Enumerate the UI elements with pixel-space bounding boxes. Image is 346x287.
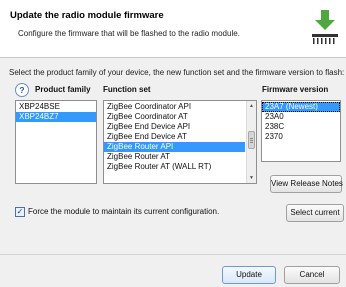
scroll-down-icon[interactable]: ▼ xyxy=(247,173,256,183)
update-button[interactable]: Update xyxy=(222,266,276,284)
instruction-text: Select the product family of your device… xyxy=(9,68,345,77)
footer-divider xyxy=(0,254,346,255)
function-set-label: Function set xyxy=(103,85,151,94)
firmware-version-item[interactable]: 2370 xyxy=(262,132,340,142)
function-set-item[interactable]: ZigBee Coordinator AT xyxy=(104,112,245,122)
firmware-version-label: Firmware version xyxy=(262,85,329,94)
product-family-item[interactable]: XBP24BSE xyxy=(16,102,96,112)
force-config-label: Force the module to maintain its current… xyxy=(28,207,220,216)
product-family-item-selected[interactable]: XBP24BZ7 xyxy=(16,112,96,122)
function-set-item[interactable]: ZigBee Router AT xyxy=(104,152,245,162)
firmware-version-item[interactable]: 23A0 xyxy=(262,112,340,122)
function-set-scrollbar[interactable]: ▲ ▼ xyxy=(246,101,256,183)
view-release-notes-button[interactable]: View Release Notes xyxy=(270,175,343,193)
function-set-item[interactable]: ZigBee Router AT (WALL RT) xyxy=(104,162,245,172)
firmware-download-icon xyxy=(312,10,338,44)
function-set-item[interactable]: ZigBee End Device AT xyxy=(104,132,245,142)
dialog-subtitle: Configure the firmware that will be flas… xyxy=(18,29,240,38)
firmware-version-item[interactable]: 238C xyxy=(262,122,340,132)
scroll-up-icon[interactable]: ▲ xyxy=(247,101,256,111)
dialog-title: Update the radio module firmware xyxy=(10,10,164,21)
help-icon[interactable]: ? xyxy=(15,83,29,97)
function-set-item[interactable]: ZigBee Coordinator API xyxy=(104,102,245,112)
dialog-header: Update the radio module firmware Configu… xyxy=(0,0,346,58)
scrollbar-thumb[interactable] xyxy=(248,131,255,149)
function-set-list[interactable]: ZigBee Coordinator API ZigBee Coordinato… xyxy=(103,100,257,184)
firmware-version-item-selected[interactable]: 23A7 (Newest) xyxy=(262,102,340,112)
firmware-version-list[interactable]: 23A7 (Newest) 23A0 238C 2370 xyxy=(261,100,341,162)
force-config-checkbox[interactable]: ✓ xyxy=(15,207,25,217)
product-family-label: Product family xyxy=(35,85,91,94)
select-current-button[interactable]: Select current xyxy=(286,204,344,222)
function-set-item[interactable]: ZigBee End Device API xyxy=(104,122,245,132)
product-family-list[interactable]: XBP24BSE XBP24BZ7 xyxy=(15,100,97,184)
function-set-item-selected[interactable]: ZigBee Router API xyxy=(104,142,245,152)
checkmark-icon: ✓ xyxy=(16,207,24,216)
cancel-button[interactable]: Cancel xyxy=(284,266,340,284)
